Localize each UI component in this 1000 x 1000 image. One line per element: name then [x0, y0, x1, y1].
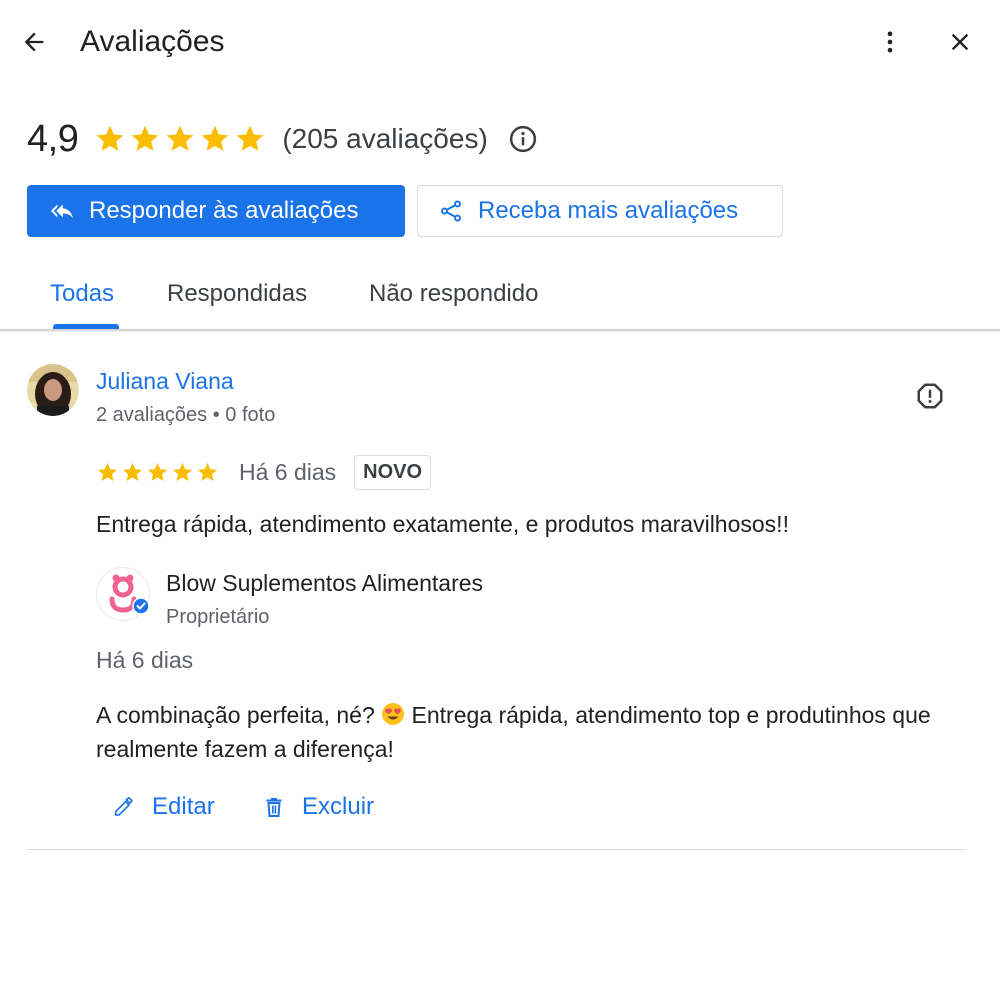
tab-answered[interactable]: Respondidas: [167, 280, 307, 308]
tabs-divider: [0, 329, 1000, 332]
review-tabs: Todas Respondidas Não respondido: [0, 270, 1000, 330]
report-review-button[interactable]: [912, 378, 948, 414]
heart-eyes-emoji-icon: [382, 703, 405, 725]
star-icon: [96, 125, 124, 151]
review-date: Há 6 dias: [239, 458, 337, 485]
delete-reply-button[interactable]: Excluir: [262, 790, 374, 824]
share-icon: [438, 198, 464, 224]
delete-label: Excluir: [302, 793, 375, 820]
star-icon: [166, 125, 194, 151]
more-options-button[interactable]: [872, 22, 908, 62]
new-badge: NOVO: [354, 454, 432, 490]
reply-date: Há 6 dias: [96, 647, 194, 673]
owner-role: Proprietário: [166, 606, 270, 628]
reviewer-avatar[interactable]: [27, 364, 79, 416]
review-stars: [96, 461, 219, 484]
edit-reply-button[interactable]: Editar: [112, 790, 215, 824]
get-more-reviews-button[interactable]: Receba mais avaliações: [417, 185, 783, 237]
reviewer-meta: 2 avaliações • 0 foto: [96, 404, 276, 426]
owner-name: Blow Suplementos Alimentares: [166, 570, 484, 596]
star-icon: [122, 462, 143, 481]
reply-text-part-1: A combinação perfeita, né?: [96, 702, 382, 728]
reply-text: A combinação perfeita, né? Entrega rápid…: [96, 698, 966, 766]
page-title: Avaliações: [80, 25, 225, 58]
reply-to-reviews-label: Responder às avaliações: [89, 197, 359, 224]
close-button[interactable]: [940, 22, 980, 62]
more-vert-icon: [887, 31, 893, 53]
star-icon: [131, 125, 159, 151]
owner-logo: [96, 567, 150, 621]
tab-all[interactable]: Todas: [50, 280, 114, 308]
star-icon: [97, 462, 118, 481]
edit-label: Editar: [152, 793, 215, 820]
close-icon: [951, 33, 969, 51]
reviewer-name[interactable]: Juliana Viana: [96, 368, 234, 395]
reply-to-reviews-button[interactable]: Responder às avaliações: [27, 185, 405, 237]
star-icon: [147, 462, 168, 481]
arrow-back-icon: [24, 32, 44, 52]
pencil-icon: [112, 795, 136, 819]
star-icon: [236, 125, 264, 151]
star-icon: [201, 125, 229, 151]
rating-summary: 4,9 (205 avaliações): [27, 116, 538, 162]
get-more-reviews-label: Receba mais avaliações: [478, 197, 739, 224]
tab-unanswered[interactable]: Não respondido: [369, 280, 538, 308]
review-rating-row: Há 6 dias NOVO: [96, 452, 432, 492]
trash-icon: [262, 795, 286, 819]
info-icon[interactable]: [508, 124, 538, 154]
average-stars: [94, 123, 266, 155]
back-button[interactable]: [14, 22, 54, 62]
review-count: (205 avaliações): [282, 123, 488, 154]
reply-all-icon: [49, 198, 75, 224]
report-icon: [917, 383, 943, 409]
review-divider: [27, 849, 966, 850]
star-icon: [172, 462, 193, 481]
star-icon: [197, 462, 218, 481]
average-rating: 4,9: [27, 117, 79, 160]
review-text: Entrega rápida, atendimento exatamente, …: [96, 511, 789, 537]
